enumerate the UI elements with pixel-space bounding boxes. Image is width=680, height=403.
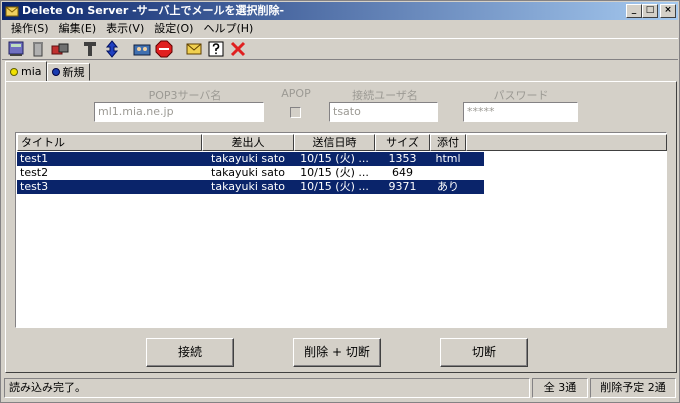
menu-bar: 操作(S) 編集(E) 表示(V) 設定(O) ヘルプ(H) [2, 20, 678, 37]
status-total: 全 3通 [532, 378, 588, 398]
apop-label: APOP [281, 87, 311, 100]
tab-label: 新規 [62, 66, 85, 79]
row-from: takayuki sato [211, 166, 285, 179]
password-input[interactable]: ***** [463, 102, 578, 122]
close-button[interactable]: × [660, 4, 676, 18]
row-size: 1353 [388, 152, 417, 165]
menu-settings[interactable]: 設定(O) [149, 20, 198, 37]
message-list[interactable]: タイトル 差出人 送信日時 サイズ 添付 test1 takayuki sato… [15, 132, 667, 328]
menu-view[interactable]: 表示(V) [101, 20, 149, 37]
column-from[interactable]: 差出人 [202, 134, 294, 151]
column-filler [466, 134, 667, 151]
server-icon[interactable] [6, 39, 26, 59]
title-bar[interactable]: Delete On Server -サーバ上でメールを選択削除- _ □ × [2, 2, 678, 20]
list-row[interactable]: test1 takayuki sato 10/15 (火) ... 1353 h… [17, 152, 484, 166]
row-date: 10/15 (火) ... [300, 152, 369, 165]
maximize-button[interactable]: □ [642, 4, 658, 18]
mail-icon[interactable] [184, 39, 204, 59]
delete-icon[interactable] [50, 39, 70, 59]
list-row[interactable]: test3 takayuki sato 10/15 (火) ... 9371 あ… [17, 180, 484, 194]
disconnect-button[interactable]: 切断 [440, 338, 528, 367]
account-icon[interactable] [132, 39, 152, 59]
main-window: Delete On Server -サーバ上でメールを選択削除- _ □ × 操… [0, 0, 680, 403]
sort-icon[interactable] [102, 39, 122, 59]
user-name-input[interactable]: tsato [329, 102, 438, 122]
stop-icon[interactable] [154, 39, 174, 59]
column-date[interactable]: 送信日時 [294, 134, 375, 151]
row-attachment [430, 166, 466, 180]
minimize-button[interactable]: _ [626, 4, 642, 18]
delete-disconnect-button[interactable]: 削除 + 切断 [293, 338, 381, 367]
row-size: 649 [392, 166, 413, 179]
menu-help[interactable]: ヘルプ(H) [198, 20, 258, 37]
row-from: takayuki sato [211, 180, 285, 193]
pop3-server-label: POP3サーバ名 [148, 89, 222, 102]
tab-mia[interactable]: mia [5, 61, 47, 81]
apop-checkbox[interactable] [290, 107, 301, 118]
close-x-icon[interactable] [228, 39, 248, 59]
row-date: 10/15 (火) ... [300, 180, 369, 193]
connect-button[interactable]: 接続 [146, 338, 234, 367]
row-date: 10/15 (火) ... [300, 166, 369, 179]
yellow-dot-icon [10, 67, 18, 76]
tab-label: mia [21, 65, 42, 78]
text-icon[interactable] [80, 39, 100, 59]
pop3-server-input[interactable]: ml1.mia.ne.jp [94, 102, 264, 122]
app-icon [5, 6, 19, 17]
list-header: タイトル 差出人 送信日時 サイズ 添付 [17, 134, 667, 151]
row-title: test2 [20, 166, 49, 179]
list-row[interactable]: test2 takayuki sato 10/15 (火) ... 649 [17, 166, 484, 180]
column-size[interactable]: サイズ [375, 134, 430, 151]
help-icon[interactable] [206, 39, 226, 59]
window-title: Delete On Server -サーバ上でメールを選択削除- [22, 4, 285, 17]
menu-operation[interactable]: 操作(S) [6, 20, 54, 37]
column-attachment[interactable]: 添付 [430, 134, 466, 151]
toolbar [2, 38, 678, 60]
menu-edit[interactable]: 編集(E) [54, 20, 102, 37]
blue-dot-icon [51, 68, 60, 76]
row-title: test3 [20, 180, 49, 193]
user-name-label: 接続ユーザ名 [352, 89, 418, 102]
row-from: takayuki sato [211, 152, 285, 165]
password-label: パスワード [493, 89, 549, 102]
row-attachment: あり [437, 180, 459, 193]
row-size: 9371 [388, 180, 417, 193]
column-title[interactable]: タイトル [17, 134, 202, 151]
tab-new[interactable]: 新規 [46, 63, 90, 81]
row-attachment: html [435, 152, 461, 165]
status-message: 読み込み完了。 [4, 378, 530, 398]
status-to-delete: 削除予定 2通 [590, 378, 676, 398]
row-title: test1 [20, 152, 49, 165]
trash-icon[interactable] [28, 39, 48, 59]
account-tabs: mia 新規 [5, 61, 90, 81]
